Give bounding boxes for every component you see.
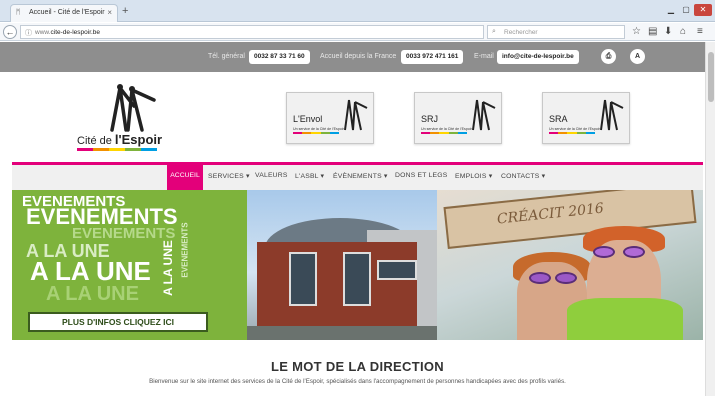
search-input[interactable]: ⌕ Rechercher (487, 25, 625, 39)
service-stripes (293, 132, 340, 134)
service-sub: Un service de la Cité de l'Espoir (293, 127, 344, 131)
main-navigation: ACCUEIL SERVICES ▾ VALEURS L'ASBL ▾ ÉVÈN… (12, 162, 703, 190)
nav-item-accueil[interactable]: ACCUEIL (167, 165, 203, 190)
new-tab-button[interactable]: + (122, 6, 128, 17)
service-name: L'Envol (293, 114, 323, 124)
nav-item-evenements[interactable]: ÉVÈNEMENTS ▾ (333, 172, 388, 180)
service-stripes (549, 132, 596, 134)
banner-word: A LA UNE (46, 283, 139, 305)
url-text: www.cite-de-lespoir.be (35, 29, 100, 36)
minimize-button[interactable]: ▁ (664, 4, 678, 16)
logo-strong: l'Espoir (114, 132, 163, 147)
more-info-button[interactable]: PLUS D'INFOS CLIQUEZ ICI (28, 312, 208, 332)
logo-figures-icon (110, 84, 156, 132)
url-domain: cite-de-lespoir.be (50, 29, 101, 36)
tel-label: Tél. général (208, 53, 245, 60)
contact-infobar: Tél. général 0032 87 33 71 60 Accueil de… (0, 42, 715, 72)
service-card-srj[interactable]: SRJ Un service de la Cité de l'Espoir (414, 92, 502, 144)
banner-text-panel: EVENEMENTS EVENEMENTS EVENEMENTS A LA UN… (12, 190, 247, 340)
section-title: LE MOT DE LA DIRECTION (271, 359, 444, 374)
banner-word: EVENEMENTS (72, 225, 176, 242)
tel-value[interactable]: 0032 87 33 71 60 (249, 50, 310, 64)
banner-vertical-word: EVENEMENTS (180, 222, 190, 278)
logo-text: Cité de l'Espoir (77, 132, 162, 147)
font-size-button[interactable]: A (630, 49, 645, 64)
france-label: Accueil depuis la France (320, 53, 397, 60)
url-prefix: www. (35, 29, 51, 36)
search-placeholder: Rechercher (504, 29, 538, 36)
scroll-thumb[interactable] (708, 52, 714, 102)
home-icon[interactable]: ⌂ (680, 26, 686, 38)
logo-color-stripes (77, 148, 157, 151)
site-favicon-icon: ᛗ (16, 9, 21, 16)
close-tab-icon[interactable]: × (107, 8, 112, 17)
page-scrollbar[interactable] (705, 42, 715, 396)
download-icon[interactable]: ⬇ (664, 26, 672, 38)
search-icon: ⌕ (492, 28, 496, 35)
email-value[interactable]: info@cite-de-lespoir.be (497, 50, 579, 64)
nav-item-valeurs[interactable]: VALEURS (255, 172, 288, 179)
site-header: Cité de l'Espoir L'Envol Un service de l… (0, 72, 715, 162)
service-card-sra[interactable]: SRA Un service de la Cité de l'Espoir (542, 92, 630, 144)
maximize-button[interactable]: ▢ (679, 4, 693, 16)
nav-item-services[interactable]: SERVICES ▾ (208, 172, 250, 180)
nav-item-dons-legs[interactable]: DONS ET LEGS (395, 172, 448, 179)
service-name: SRJ (421, 114, 439, 124)
tab-title: Accueil - Cité de l'Espoir (29, 9, 105, 16)
logo-prefix: Cité de (77, 135, 115, 147)
sign-text: CRÉACIT 2016 (496, 200, 605, 228)
library-icon[interactable]: ▤ (648, 26, 657, 38)
cite-espoir-logo[interactable]: Cité de l'Espoir (72, 84, 182, 156)
service-stripes (421, 132, 468, 134)
browser-titlebar: ᛗ Accueil - Cité de l'Espoir × + ▁ ▢ ✕ (0, 0, 715, 22)
banner-vertical-word: A LA UNE (160, 240, 175, 296)
nav-item-asbl[interactable]: L'ASBL ▾ (295, 172, 324, 180)
service-card-envol[interactable]: L'Envol Un service de la Cité de l'Espoi… (286, 92, 374, 144)
service-sub: Un service de la Cité de l'Espoir (421, 127, 472, 131)
back-button[interactable]: ← (3, 25, 17, 39)
address-bar[interactable]: ⓘ www.cite-de-lespoir.be ↻ (20, 25, 501, 39)
nav-item-contacts[interactable]: CONTACTS ▾ (501, 172, 545, 180)
menu-icon[interactable]: ≡ (697, 26, 703, 38)
event-photo: CRÉACIT 2016 (437, 190, 703, 340)
browser-tab[interactable]: ᛗ Accueil - Cité de l'Espoir × (10, 4, 118, 22)
email-label: E-mail (474, 53, 494, 60)
service-sub: Un service de la Cité de l'Espoir (549, 127, 600, 131)
building-photo (247, 190, 437, 340)
section-intro: Bienvenue sur le site internet des servi… (149, 378, 566, 385)
nav-item-emplois[interactable]: EMPLOIS ▾ (455, 172, 492, 180)
print-icon[interactable]: ⎙ (601, 49, 616, 64)
france-value[interactable]: 0033 972 471 161 (401, 50, 464, 64)
hero-banner[interactable]: EVENEMENTS EVENEMENTS EVENEMENTS A LA UN… (12, 190, 703, 340)
close-window-button[interactable]: ✕ (694, 4, 712, 16)
browser-navbar: ← ⓘ www.cite-de-lespoir.be ↻ ⌕ Recherche… (0, 23, 715, 41)
info-icon[interactable]: ⓘ (25, 28, 32, 38)
banner-word: A LA UNE (30, 256, 151, 286)
service-name: SRA (549, 114, 568, 124)
bookmark-star-icon[interactable]: ☆ (632, 26, 641, 38)
